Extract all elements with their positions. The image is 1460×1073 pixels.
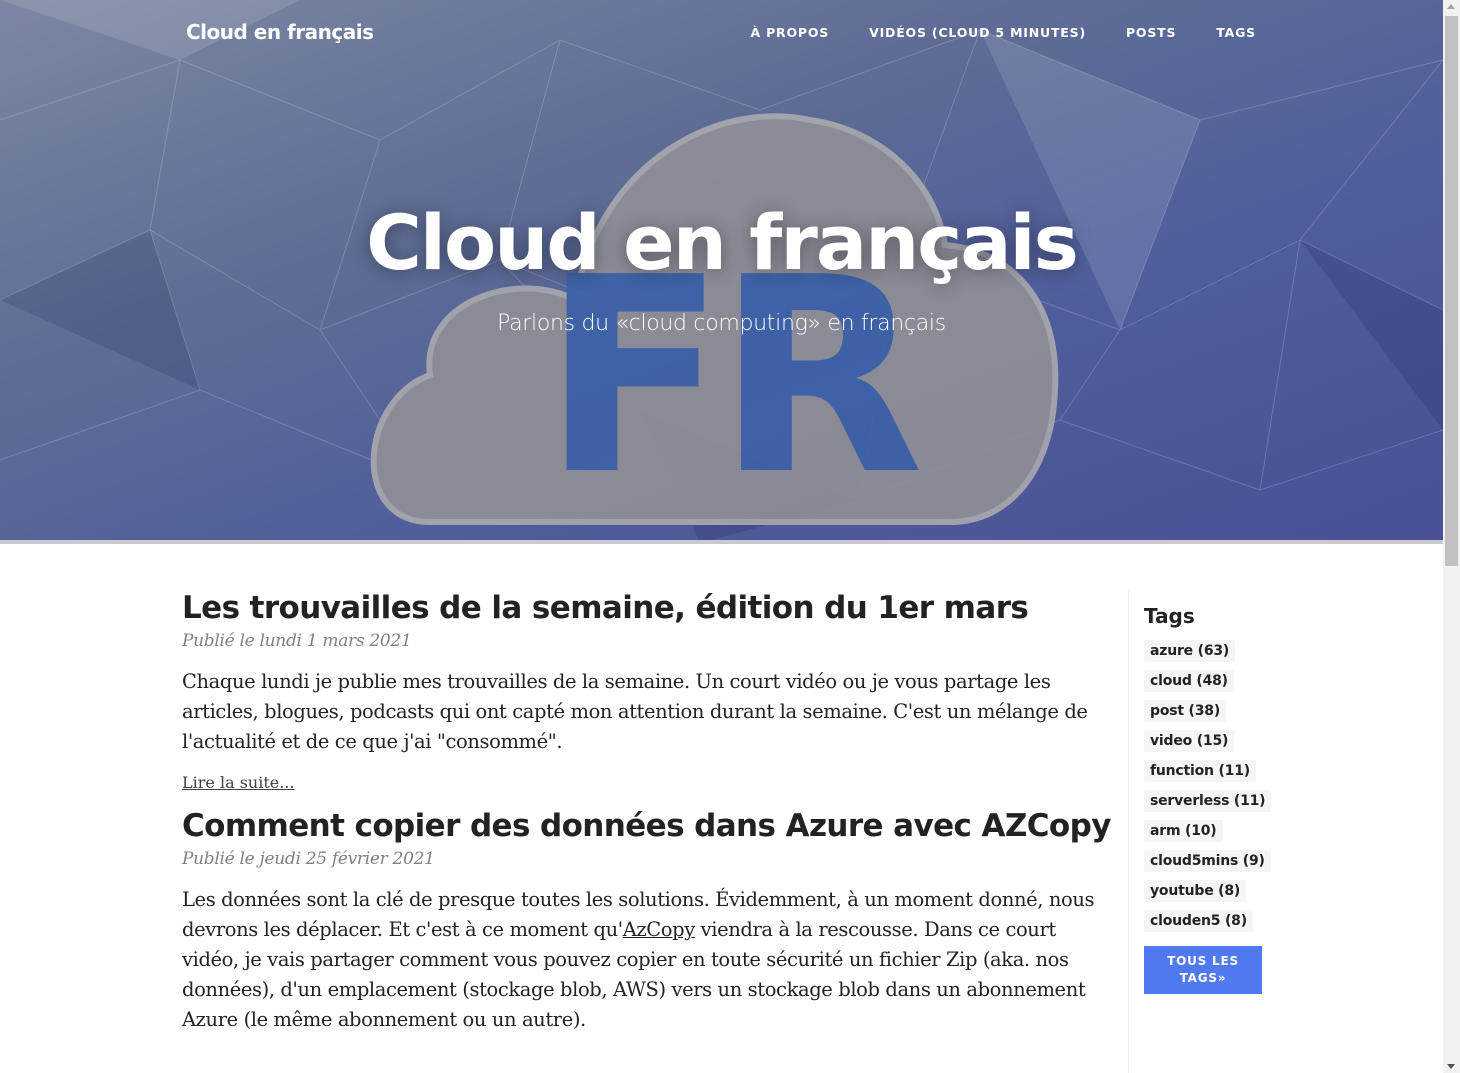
tag-cloud5mins[interactable]: cloud5mins (9) (1144, 850, 1271, 872)
tag-function[interactable]: function (11) (1144, 760, 1256, 782)
post-list: Les trouvailles de la semaine, édition d… (182, 590, 1112, 1051)
post-preview: Comment copier des données dans Azure av… (182, 808, 1112, 1035)
nav-link-posts[interactable]: POSTS (1126, 25, 1176, 40)
azcopy-link[interactable]: AzCopy (623, 918, 696, 941)
nav-link-tags[interactable]: TAGS (1216, 25, 1256, 40)
vertical-scrollbar[interactable] (1443, 0, 1460, 1073)
nav-link-about[interactable]: À PROPOS (750, 25, 829, 40)
post-excerpt: Chaque lundi je publie mes trouvailles d… (182, 670, 1088, 754)
sidebar-divider (1128, 590, 1129, 1073)
top-nav: À PROPOS VIDÉOS (CLOUD 5 MINUTES) POSTS … (750, 25, 1256, 40)
hero-banner: FR Cloud en français À PROPOS VIDÉOS (CL… (0, 0, 1443, 543)
hero-subtitle: Parlons du «cloud computing» en français (497, 311, 946, 336)
all-tags-button[interactable]: TOUS LES TAGS» (1144, 946, 1262, 994)
read-more-link[interactable]: Lire la suite... (182, 773, 294, 792)
tag-arm[interactable]: arm (10) (1144, 820, 1223, 842)
scrollbar-thumb[interactable] (1445, 16, 1458, 566)
tag-clouden5[interactable]: clouden5 (8) (1144, 910, 1253, 932)
tag-video[interactable]: video (15) (1144, 730, 1235, 752)
tag-cloud[interactable]: cloud (48) (1144, 670, 1234, 692)
post-date: Publié le lundi 1 mars 2021 (182, 631, 412, 652)
nav-link-videos[interactable]: VIDÉOS (CLOUD 5 MINUTES) (869, 25, 1086, 40)
sidebar-title: Tags (1144, 604, 1195, 628)
tag-post[interactable]: post (38) (1144, 700, 1227, 722)
scroll-up-icon[interactable] (1447, 4, 1455, 9)
tags-sidebar: Tags azure (63) cloud (48) post (38) vid… (1144, 604, 1274, 994)
hero-title: Cloud en français (366, 198, 1079, 287)
scroll-down-icon[interactable] (1447, 1064, 1455, 1069)
tag-serverless[interactable]: serverless (11) (1144, 790, 1272, 812)
post-title[interactable]: Comment copier des données dans Azure av… (182, 808, 1112, 845)
tag-azure[interactable]: azure (63) (1144, 640, 1236, 662)
post-excerpt: Les données sont la clé de presque toute… (182, 885, 1112, 1035)
post-date: Publié le jeudi 25 février 2021 (182, 849, 435, 870)
hero-divider (0, 540, 1443, 544)
tag-youtube[interactable]: youtube (8) (1144, 880, 1247, 902)
post-preview: Les trouvailles de la semaine, édition d… (182, 590, 1112, 808)
post-title[interactable]: Les trouvailles de la semaine, édition d… (182, 590, 1112, 627)
site-brand[interactable]: Cloud en français (186, 20, 374, 44)
